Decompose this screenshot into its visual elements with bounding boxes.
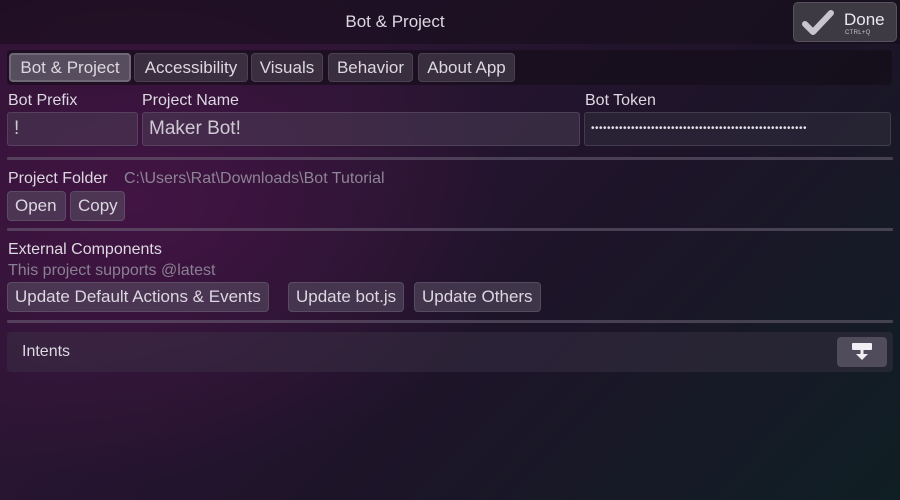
- window-title: Bot & Project: [345, 12, 445, 31]
- tab-accessibility[interactable]: Accessibility: [134, 53, 248, 82]
- project-name-input[interactable]: Maker Bot!: [142, 112, 580, 146]
- project-folder-path: C:\Users\Rat\Downloads\Bot Tutorial: [124, 170, 385, 187]
- done-label: Done: [844, 10, 885, 29]
- intents-section[interactable]: Intents: [7, 332, 893, 372]
- divider: [7, 157, 893, 160]
- divider: [7, 320, 893, 323]
- project-folder-label: Project Folder: [8, 170, 108, 187]
- update-botjs-button[interactable]: Update bot.js: [288, 282, 405, 312]
- update-others-button[interactable]: Update Others: [414, 282, 541, 312]
- checkmark-icon: [802, 10, 834, 35]
- bot-token-input[interactable]: ••••••••••••••••••••••••••••••••••••••••…: [584, 112, 891, 146]
- bot-prefix-input[interactable]: !: [7, 112, 138, 146]
- tab-behavior[interactable]: Behavior: [328, 53, 413, 82]
- project-name-label: Project Name: [142, 92, 239, 109]
- copy-path-button[interactable]: Copy: [70, 191, 125, 221]
- title-bar: Bot & Project Done CTRL+Q: [0, 0, 900, 44]
- intents-expand-button[interactable]: [837, 337, 887, 367]
- update-default-actions-button[interactable]: Update Default Actions & Events: [7, 282, 269, 312]
- done-button[interactable]: Done CTRL+Q: [793, 2, 897, 42]
- bot-prefix-label: Bot Prefix: [8, 92, 78, 109]
- tab-about-app[interactable]: About App: [418, 53, 515, 82]
- tab-bot-project[interactable]: Bot & Project: [9, 53, 131, 82]
- external-components-support-text: This project supports @latest: [8, 262, 216, 279]
- expand-down-icon: [852, 343, 872, 360]
- tab-visuals[interactable]: Visuals: [251, 53, 323, 82]
- external-components-heading: External Components: [8, 241, 162, 258]
- tab-bar: Bot & Project Accessibility Visuals Beha…: [7, 50, 892, 85]
- intents-label: Intents: [22, 343, 71, 360]
- done-shortcut: CTRL+Q: [845, 30, 871, 36]
- open-folder-button[interactable]: Open: [7, 191, 66, 221]
- divider: [7, 228, 893, 231]
- bot-token-label: Bot Token: [585, 92, 656, 109]
